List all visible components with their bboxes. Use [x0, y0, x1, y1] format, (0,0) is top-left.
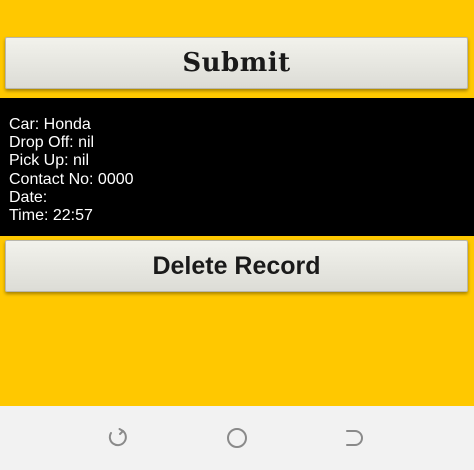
app-screen: Submit Car: Honda Drop Off: nil Pick Up:…: [0, 0, 474, 406]
recent-apps-icon: [346, 430, 363, 446]
submit-button[interactable]: Submit: [5, 37, 468, 89]
system-navigation-bar: [0, 406, 474, 470]
back-icon: [108, 428, 127, 447]
pick-up-text: Pick Up: nil: [9, 152, 90, 170]
date-text: Date:: [9, 188, 48, 206]
home-button[interactable]: [225, 426, 249, 450]
contact-number-text: Contact No: 0000: [9, 170, 134, 188]
delete-record-button[interactable]: Delete Record: [5, 240, 468, 292]
home-icon: [227, 428, 247, 448]
recent-apps-button[interactable]: [343, 426, 367, 450]
back-button[interactable]: [106, 426, 130, 450]
car-text: Car: Honda: [9, 116, 91, 133]
time-text: Time: 22:57: [9, 206, 93, 224]
record-details-panel: Car: Honda Drop Off: nil Pick Up: nil Co…: [0, 98, 474, 236]
drop-off-text: Drop Off: nil: [9, 134, 95, 152]
